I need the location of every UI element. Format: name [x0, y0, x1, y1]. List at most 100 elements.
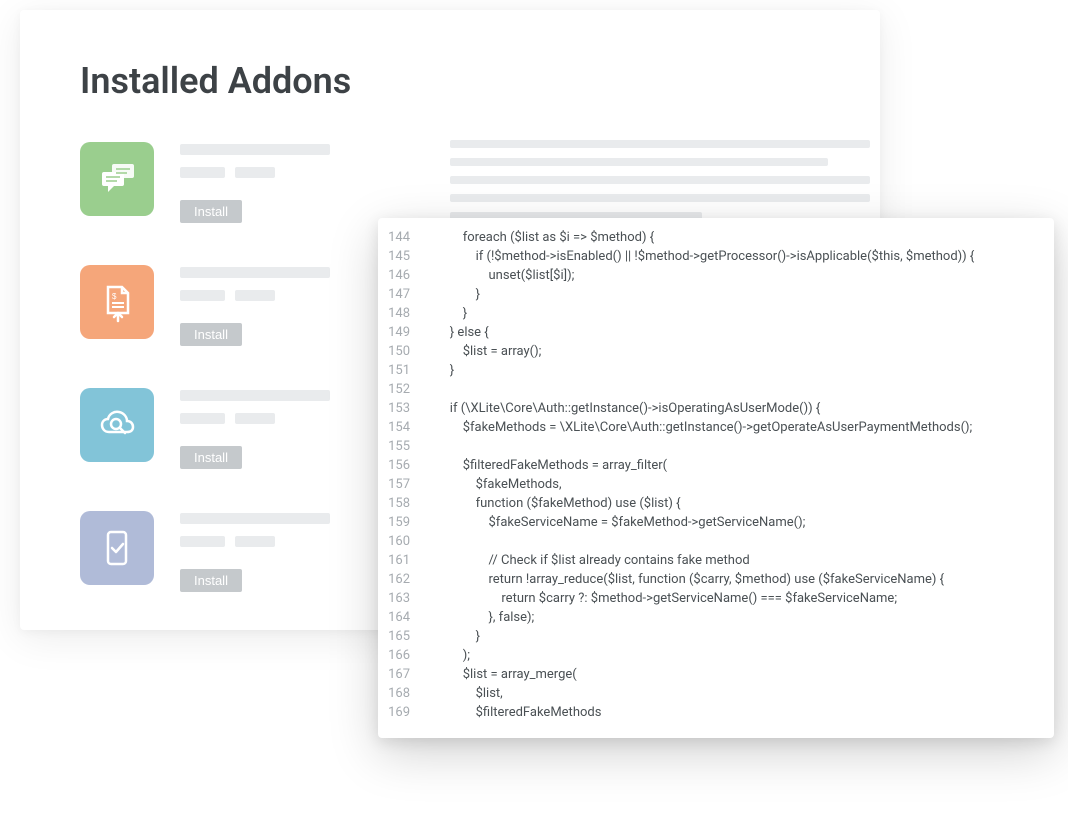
code-line: 161 // Check if $list already contains f…: [378, 551, 1054, 570]
addon-meta-skeleton: [180, 536, 225, 547]
code-line: 157 $fakeMethods,: [378, 475, 1054, 494]
line-content: }: [424, 361, 1054, 380]
addon-title-skeleton: [180, 390, 330, 401]
install-button[interactable]: Install: [180, 200, 242, 223]
line-number: 155: [378, 437, 424, 456]
description-skeleton: [450, 140, 870, 230]
line-number: 150: [378, 342, 424, 361]
code-line: 162 return !array_reduce($list, function…: [378, 570, 1054, 589]
code-line: 167 $list = array_merge(: [378, 665, 1054, 684]
code-line: 165 }: [378, 627, 1054, 646]
code-line: 152: [378, 380, 1054, 399]
addon-title-skeleton: [180, 513, 330, 524]
code-line: 158 function ($fakeMethod) use ($list) {: [378, 494, 1054, 513]
code-line: 147 }: [378, 285, 1054, 304]
line-number: 161: [378, 551, 424, 570]
code-line: 154 $fakeMethods = \XLite\Core\Auth::get…: [378, 418, 1054, 437]
cloud-search-icon: [80, 388, 154, 462]
line-number: 167: [378, 665, 424, 684]
addon-meta-skeleton: [235, 290, 275, 301]
line-content: }: [424, 304, 1054, 323]
line-content: [424, 532, 1054, 551]
code-line: 151 }: [378, 361, 1054, 380]
line-content: $list = array();: [424, 342, 1054, 361]
line-number: 166: [378, 646, 424, 665]
code-line: 155: [378, 437, 1054, 456]
code-line: 163 return $carry ?: $method->getService…: [378, 589, 1054, 608]
svg-text:$: $: [112, 292, 117, 301]
line-content: // Check if $list already contains fake …: [424, 551, 1054, 570]
code-line: 144 foreach ($list as $i => $method) {: [378, 228, 1054, 247]
line-number: 159: [378, 513, 424, 532]
addon-meta-skeleton: [235, 413, 275, 424]
line-number: 157: [378, 475, 424, 494]
code-content: 144 foreach ($list as $i => $method) {14…: [378, 228, 1054, 722]
line-content: $list,: [424, 684, 1054, 703]
line-content: foreach ($list as $i => $method) {: [424, 228, 1054, 247]
code-line: 145 if (!$method->isEnabled() || !$metho…: [378, 247, 1054, 266]
chat-bubbles-icon: [80, 142, 154, 216]
line-content: $fakeMethods,: [424, 475, 1054, 494]
invoice-upload-icon: $: [80, 265, 154, 339]
code-line: 160: [378, 532, 1054, 551]
line-number: 165: [378, 627, 424, 646]
phone-check-icon: [80, 511, 154, 585]
code-editor-panel: 144 foreach ($list as $i => $method) {14…: [378, 218, 1054, 738]
line-number: 154: [378, 418, 424, 437]
line-content: return $carry ?: $method->getServiceName…: [424, 589, 1054, 608]
code-line: 148 }: [378, 304, 1054, 323]
line-content: return !array_reduce($list, function ($c…: [424, 570, 1054, 589]
line-content: $filteredFakeMethods = array_filter(: [424, 456, 1054, 475]
line-number: 160: [378, 532, 424, 551]
addon-meta-skeleton: [180, 167, 225, 178]
line-content: } else {: [424, 323, 1054, 342]
line-number: 153: [378, 399, 424, 418]
code-line: 153 if (\XLite\Core\Auth::getInstance()-…: [378, 399, 1054, 418]
code-line: 156 $filteredFakeMethods = array_filter(: [378, 456, 1054, 475]
line-content: $fakeMethods = \XLite\Core\Auth::getInst…: [424, 418, 1054, 437]
line-content: );: [424, 646, 1054, 665]
line-content: unset($list[$i]);: [424, 266, 1054, 285]
line-number: 156: [378, 456, 424, 475]
code-line: 169 $filteredFakeMethods: [378, 703, 1054, 722]
line-number: 146: [378, 266, 424, 285]
code-line: 164 }, false);: [378, 608, 1054, 627]
line-number: 152: [378, 380, 424, 399]
line-content: if (\XLite\Core\Auth::getInstance()->isO…: [424, 399, 1054, 418]
line-content: }: [424, 627, 1054, 646]
line-number: 151: [378, 361, 424, 380]
line-content: [424, 380, 1054, 399]
code-line: 150 $list = array();: [378, 342, 1054, 361]
install-button[interactable]: Install: [180, 569, 242, 592]
addon-meta-skeleton: [235, 536, 275, 547]
page-title: Installed Addons: [80, 60, 820, 102]
line-number: 148: [378, 304, 424, 323]
line-number: 158: [378, 494, 424, 513]
line-content: [424, 437, 1054, 456]
code-line: 166 );: [378, 646, 1054, 665]
code-line: 149 } else {: [378, 323, 1054, 342]
install-button[interactable]: Install: [180, 323, 242, 346]
line-content: $list = array_merge(: [424, 665, 1054, 684]
line-number: 164: [378, 608, 424, 627]
code-line: 146 unset($list[$i]);: [378, 266, 1054, 285]
install-button[interactable]: Install: [180, 446, 242, 469]
line-number: 162: [378, 570, 424, 589]
line-content: }: [424, 285, 1054, 304]
addon-meta-skeleton: [180, 290, 225, 301]
addon-meta-skeleton: [180, 413, 225, 424]
code-line: 159 $fakeServiceName = $fakeMethod->getS…: [378, 513, 1054, 532]
line-content: $fakeServiceName = $fakeMethod->getServi…: [424, 513, 1054, 532]
addon-title-skeleton: [180, 267, 330, 278]
line-content: $filteredFakeMethods: [424, 703, 1054, 722]
code-line: 168 $list,: [378, 684, 1054, 703]
line-number: 169: [378, 703, 424, 722]
line-content: }, false);: [424, 608, 1054, 627]
line-number: 149: [378, 323, 424, 342]
addon-meta-skeleton: [235, 167, 275, 178]
addon-title-skeleton: [180, 144, 330, 155]
line-content: if (!$method->isEnabled() || !$method->g…: [424, 247, 1054, 266]
line-number: 144: [378, 228, 424, 247]
line-number: 145: [378, 247, 424, 266]
line-number: 163: [378, 589, 424, 608]
